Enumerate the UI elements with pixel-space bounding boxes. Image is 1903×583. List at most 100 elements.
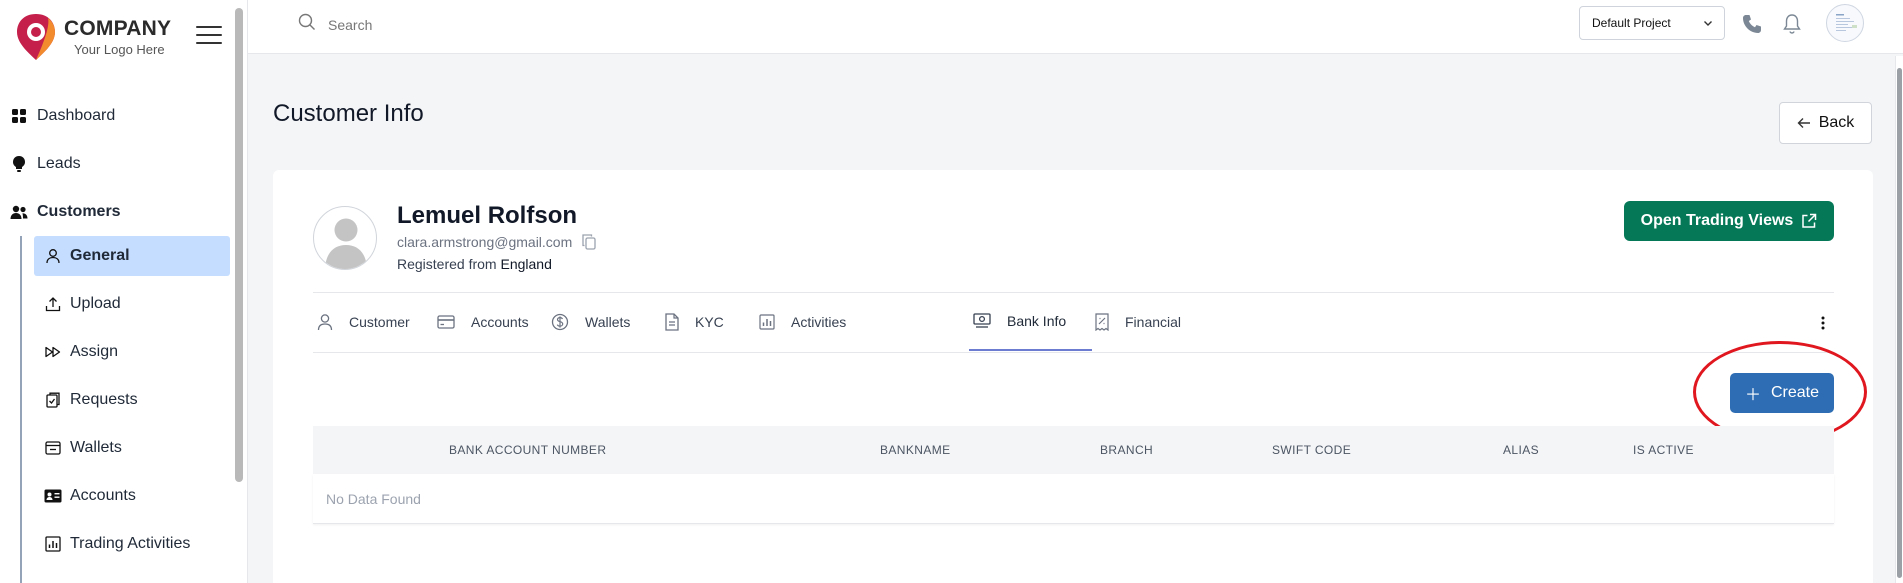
sidebar-item-label: Dashboard [37,107,116,124]
copy-icon[interactable] [582,234,596,250]
table-header: BANK ACCOUNT NUMBER BANKNAME BRANCH SWIF… [313,426,1834,474]
tab-bank-info[interactable]: Bank Info [969,293,1093,351]
sidebar-nav: Dashboard Leads Customers [0,92,247,236]
company-name: COMPANY [64,17,172,40]
sidebar-item-label: Leads [37,155,81,172]
create-button-label: Create [1770,384,1820,401]
sidebar-subitem-label: Accounts [70,487,136,504]
tab-financial[interactable]: Financial [1095,293,1181,351]
company-tagline: Your Logo Here [74,42,165,57]
column-header-branch[interactable]: BRANCH [1100,443,1153,457]
sidebar-subitem-label: Trading Activities [70,535,191,552]
registered-from: Registered from England [397,256,552,272]
bank-info-table: BANK ACCOUNT NUMBER BANKNAME BRANCH SWIF… [313,426,1834,524]
tab-label: KYC [695,314,724,330]
column-header-alias[interactable]: ALIAS [1503,443,1539,457]
back-button[interactable]: Back [1779,102,1872,144]
tab-label: Activities [791,314,847,330]
column-header-is-active[interactable]: IS ACTIVE [1633,443,1694,457]
grid-icon [10,107,28,125]
sidebar-subitem-wallets[interactable]: Wallets [34,428,230,468]
column-header-bank-account-number[interactable]: BANK ACCOUNT NUMBER [449,443,606,457]
search-input[interactable] [328,16,728,33]
sidebar-subitem-label: Wallets [70,439,122,456]
sidebar-subitem-upload[interactable]: Upload [34,284,230,324]
sidebar-subitem-label: General [70,247,130,264]
tab-label: Bank Info [1007,313,1067,329]
top-header: Default Project [248,0,1903,54]
customer-avatar [313,206,377,270]
sidebar-subitem-accounts[interactable]: Accounts [34,476,230,516]
external-link-icon [1801,213,1817,229]
user-avatar[interactable] [1826,4,1864,42]
bar-chart-icon [759,314,775,330]
lightbulb-icon [10,155,28,173]
no-data-message: No Data Found [326,491,421,507]
cash-icon [973,313,991,329]
project-select[interactable]: Default Project [1579,6,1725,40]
sidebar-subitem-label: Requests [70,391,138,408]
more-options-icon[interactable] [1813,313,1833,333]
create-bank-info-button[interactable]: ＋ Create [1730,373,1834,413]
arrow-left-icon [1797,117,1811,129]
sidebar-subitem-assign[interactable]: Assign [34,332,230,372]
sidebar-scrollbar[interactable] [235,8,243,482]
sidebar-subitem-label: Upload [70,295,121,312]
tab-wallets[interactable]: Wallets [551,293,630,351]
customer-email: clara.armstrong@gmail.com [397,234,573,250]
fast-forward-icon [44,343,62,361]
sidebar-item-customers[interactable]: Customers [0,188,247,236]
sidebar-subitem-requests[interactable]: Requests [34,380,230,420]
tab-label: Accounts [471,314,529,330]
tab-customer[interactable]: Customer [317,293,410,351]
customer-name: Lemuel Rolfson [397,202,578,229]
search-icon [298,13,316,36]
sidebar-subitem-trading-activities[interactable]: Trading Activities [34,524,230,564]
bell-icon[interactable] [1780,12,1804,36]
registered-country: England [500,256,552,272]
user-icon [44,247,62,265]
wallet-icon [44,439,62,457]
company-logo[interactable]: COMPANY Your Logo Here [14,12,171,62]
id-card-icon [44,487,62,505]
sidebar-item-label: Customers [37,203,121,220]
tab-label: Financial [1125,314,1182,330]
column-header-swift-code[interactable]: SWIFT CODE [1272,443,1351,457]
open-trading-views-button[interactable]: Open Trading Views [1624,201,1834,241]
open-trading-views-label: Open Trading Views [1640,212,1794,229]
document-icon [665,313,679,331]
table-body: No Data Found [313,474,1834,524]
main-scrollbar[interactable] [1895,56,1903,583]
customer-email-row: clara.armstrong@gmail.com [397,234,596,250]
tab-kyc[interactable]: KYC [665,293,724,351]
customer-tabs: Customer Accounts Wallets KYC Activities [313,292,1834,353]
upload-icon [44,295,62,313]
phone-icon[interactable] [1740,12,1764,36]
project-select-value: Default Project [1592,16,1671,30]
column-header-bankname[interactable]: BANKNAME [880,443,951,457]
tab-accounts[interactable]: Accounts [437,293,529,351]
registered-from-label: Registered from [397,256,497,272]
tab-activities[interactable]: Activities [759,293,846,351]
plus-icon: ＋ [1744,387,1761,404]
clipboard-icon [44,391,62,409]
bar-chart-icon [44,535,62,553]
receipt-icon [1095,313,1109,331]
sidebar-item-dashboard[interactable]: Dashboard [0,92,247,140]
back-button-label: Back [1818,114,1855,131]
credit-card-icon [437,315,455,329]
sidebar: COMPANY Your Logo Here Dashboard Leads C… [0,0,248,583]
sidebar-item-leads[interactable]: Leads [0,140,247,188]
tab-label: Wallets [585,314,631,330]
search-bar [298,13,798,36]
menu-toggle-icon[interactable] [196,26,222,46]
sidebar-subitem-label: Assign [70,343,119,360]
page-title: Customer Info [273,100,424,127]
users-icon [10,203,28,221]
customers-subnav: General Upload Assign Requests Wallets A… [20,236,230,583]
tab-label: Customer [349,314,410,330]
sidebar-subitem-general[interactable]: General [34,236,230,276]
dollar-icon [551,313,569,331]
location-pin-logo-icon [14,12,58,62]
user-icon [317,313,333,331]
